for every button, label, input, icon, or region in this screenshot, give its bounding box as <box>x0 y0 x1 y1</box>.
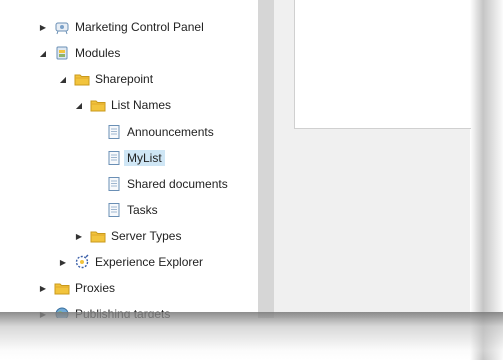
tree-item-server-types[interactable]: ▶ Server Types <box>74 226 182 246</box>
tree-item-modules[interactable]: ◢ Modules <box>38 43 120 63</box>
content-panel <box>294 0 471 129</box>
screenshot-edge-shadow <box>470 0 503 360</box>
folder-icon <box>90 100 106 112</box>
tree-item-sharepoint[interactable]: ◢ Sharepoint <box>58 69 153 89</box>
tree-item-label: List Names <box>111 98 172 112</box>
tree-item-label: Marketing Control Panel <box>75 20 204 34</box>
modules-icon <box>56 46 68 60</box>
collapse-arrow-icon[interactable]: ◢ <box>74 101 84 110</box>
tree-item-label: Modules <box>75 46 121 60</box>
expand-arrow-icon[interactable]: ▶ <box>74 232 84 241</box>
tree-item-mylist[interactable]: MyList <box>106 148 165 168</box>
folder-icon <box>74 74 90 86</box>
tree-item-label: Experience Explorer <box>95 255 204 269</box>
expand-arrow-icon[interactable]: ▶ <box>38 23 48 32</box>
tree-item-shared-documents[interactable]: Shared documents <box>106 174 228 194</box>
document-icon <box>108 177 120 191</box>
tree-item-experience-explorer[interactable]: ▶ Experience Explorer <box>58 252 203 272</box>
screenshot-bottom-shadow <box>0 312 503 360</box>
document-icon <box>108 125 120 139</box>
tree-item-proxies[interactable]: ▶ Proxies <box>38 278 115 298</box>
tree-item-label: Sharepoint <box>95 72 154 86</box>
tree-item-announcements[interactable]: Announcements <box>106 122 214 142</box>
tree-item-label: Proxies <box>75 281 116 295</box>
tree-item-label: Shared documents <box>127 177 228 191</box>
tree-item-label: Announcements <box>127 125 214 139</box>
document-icon <box>108 203 120 217</box>
tree-item-list-names[interactable]: ◢ List Names <box>74 95 171 115</box>
folder-icon <box>90 231 106 243</box>
tree-item-label: MyList <box>124 150 165 166</box>
collapse-arrow-icon[interactable]: ◢ <box>38 49 48 58</box>
collapse-arrow-icon[interactable]: ◢ <box>58 75 68 84</box>
folder-icon <box>54 283 70 295</box>
pane-splitter[interactable] <box>258 0 274 318</box>
content-pane <box>274 0 471 318</box>
tree-item-marketing-control-panel[interactable]: ▶ Marketing Control Panel <box>38 17 204 37</box>
tree-item-label: Server Types <box>111 229 182 243</box>
content-tree: ▶ Marketing Control Panel ◢ Modules ◢ Sh… <box>0 0 258 318</box>
experience-explorer-icon <box>75 254 89 269</box>
tree-item-label: Tasks <box>127 203 158 217</box>
control-panel-icon <box>55 22 69 35</box>
expand-arrow-icon[interactable]: ▶ <box>58 258 68 267</box>
document-icon <box>108 151 120 165</box>
tree-item-tasks[interactable]: Tasks <box>106 200 158 220</box>
expand-arrow-icon[interactable]: ▶ <box>38 284 48 293</box>
